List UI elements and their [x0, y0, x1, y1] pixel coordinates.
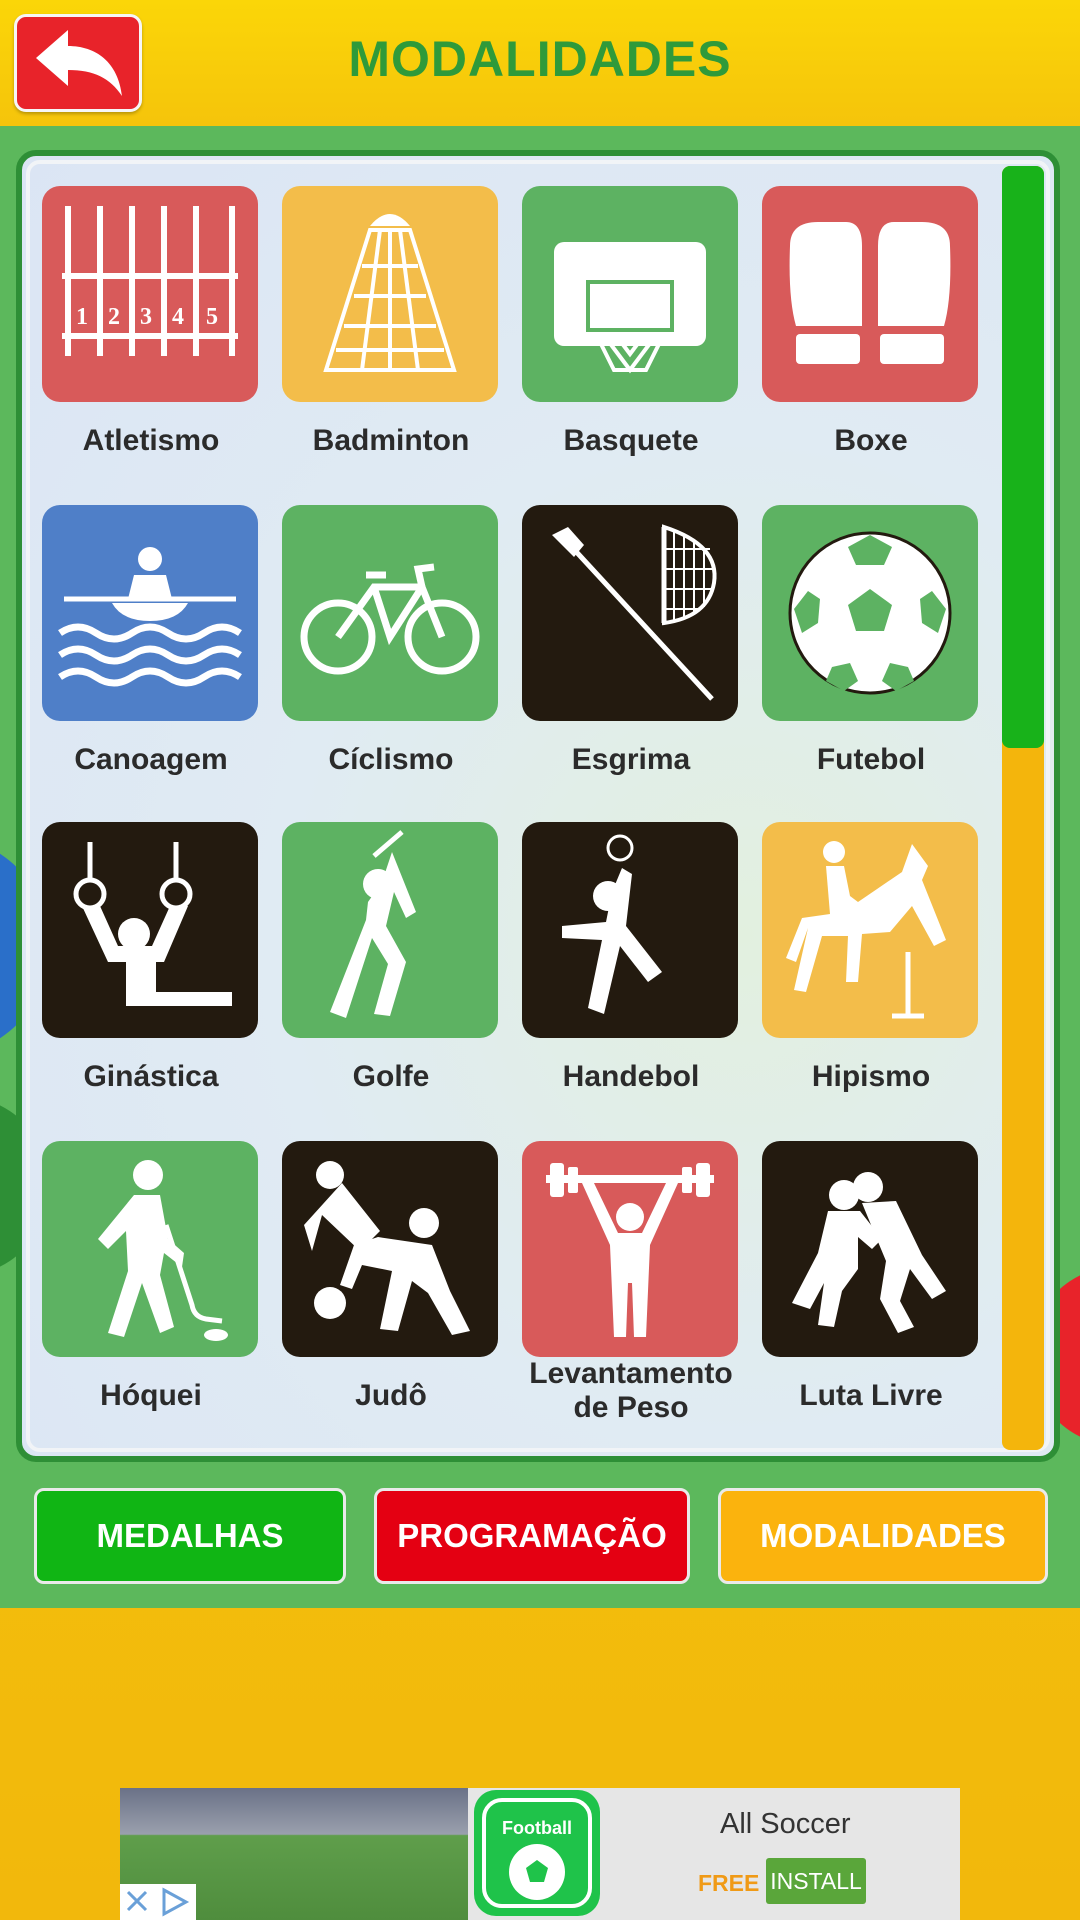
sport-label: Badminton [312, 424, 470, 457]
svg-text:4: 4 [172, 304, 184, 330]
sport-tile[interactable] [42, 1141, 258, 1357]
header-bar: MODALIDADES [0, 0, 1080, 126]
basketball-hoop-icon [554, 242, 706, 374]
ad-close-icon[interactable] [120, 1884, 196, 1920]
sport-label: Levantamento de Peso [529, 1357, 733, 1424]
bicycle-icon [300, 563, 480, 675]
sport-item[interactable]: Badminton [282, 186, 500, 458]
sport-item[interactable]: Luta Livre [762, 1141, 980, 1413]
sport-tile[interactable] [762, 186, 978, 402]
sport-label: Golfe [352, 1060, 430, 1093]
ad-install-button[interactable]: INSTALL [766, 1858, 866, 1904]
sport-label: Hóquei [100, 1379, 202, 1412]
ad-icon-label: Football [502, 1818, 572, 1838]
sport-item[interactable]: Levantamento de Peso [522, 1141, 740, 1425]
handball-player-icon [562, 834, 662, 1014]
sport-item[interactable]: Judô [282, 1141, 500, 1413]
sport-label: Handebol [562, 1060, 700, 1093]
track-lanes-icon: 12345 [62, 206, 238, 356]
sport-item[interactable]: 1 2 3 4 5 Atletismo [42, 186, 260, 458]
svg-text:2: 2 [108, 304, 120, 330]
page-title: MODALIDADES [348, 31, 732, 87]
sport-tile[interactable] [522, 1141, 738, 1357]
sport-item[interactable]: Hipismo [762, 822, 980, 1094]
soccer-ball-icon [788, 531, 952, 695]
sport-label: Ginástica [83, 1060, 219, 1093]
sport-label: Judô [355, 1379, 427, 1412]
sport-tile[interactable] [282, 505, 498, 721]
sport-tile[interactable] [42, 505, 258, 721]
svg-text:5: 5 [206, 304, 218, 330]
sport-tile[interactable] [282, 822, 498, 1038]
canoe-icon [58, 547, 242, 687]
sport-tile[interactable] [762, 822, 978, 1038]
sport-tile[interactable] [282, 1141, 498, 1357]
sport-item[interactable]: Futebol [762, 505, 980, 777]
modalidades-button[interactable]: MODALIDADES [718, 1488, 1048, 1584]
sport-label: Esgrima [571, 743, 691, 776]
sport-item[interactable]: Hóquei [42, 1141, 260, 1413]
hockey-player-icon [98, 1160, 228, 1341]
sport-label: Futebol [816, 743, 926, 776]
gymnastics-rings-icon [73, 842, 232, 1006]
ad-title: All Soccer [720, 1808, 851, 1840]
sport-label: Basquete [563, 424, 699, 457]
sport-item[interactable]: Golfe [282, 822, 500, 1094]
ad-banner[interactable]: Football All Soccer FREE INSTALL [120, 1788, 960, 1920]
sport-item[interactable]: Cíclismo [282, 505, 500, 777]
sport-item[interactable]: Ginástica [42, 822, 260, 1094]
medalhas-button[interactable]: MEDALHAS [34, 1488, 346, 1584]
svg-text:3: 3 [140, 304, 152, 330]
sport-tile[interactable] [42, 822, 258, 1038]
sport-tile[interactable] [762, 505, 978, 721]
scrollbar-thumb[interactable] [1002, 166, 1044, 748]
horse-jumping-icon [786, 841, 946, 1019]
ad-free-label: FREE [698, 1870, 760, 1896]
sport-tile[interactable] [282, 186, 498, 402]
sport-tile[interactable] [522, 822, 738, 1038]
boxing-gloves-icon [789, 222, 951, 364]
sport-item[interactable]: Basquete [522, 186, 740, 458]
fencing-icon [552, 524, 717, 701]
sport-label: Hipismo [811, 1060, 931, 1093]
sport-label: Canoagem [74, 743, 228, 776]
sport-tile[interactable] [762, 1141, 978, 1357]
sport-label: Cíclismo [328, 743, 454, 776]
sport-tile[interactable] [522, 505, 738, 721]
wrestling-icon [792, 1172, 946, 1333]
golfer-icon [330, 830, 416, 1018]
sport-tile[interactable] [522, 186, 738, 402]
programacao-button[interactable]: PROGRAMAÇÃO [374, 1488, 690, 1584]
weightlifting-icon [546, 1163, 714, 1337]
sport-label: Boxe [834, 424, 908, 457]
ad-app-icon[interactable]: Football [474, 1790, 600, 1916]
scrollbar-track[interactable] [1002, 166, 1044, 1450]
judo-icon [304, 1161, 470, 1335]
sport-label: Luta Livre [799, 1379, 943, 1412]
shuttlecock-icon [323, 214, 457, 372]
sport-item[interactable]: Esgrima [522, 505, 740, 777]
sport-item[interactable]: Boxe [762, 186, 980, 458]
sport-item[interactable]: Handebol [522, 822, 740, 1094]
sport-label: Atletismo [82, 424, 220, 457]
sport-item[interactable]: Canoagem [42, 505, 260, 777]
svg-text:1: 1 [76, 304, 88, 330]
sport-tile[interactable]: 12345 [42, 186, 258, 402]
